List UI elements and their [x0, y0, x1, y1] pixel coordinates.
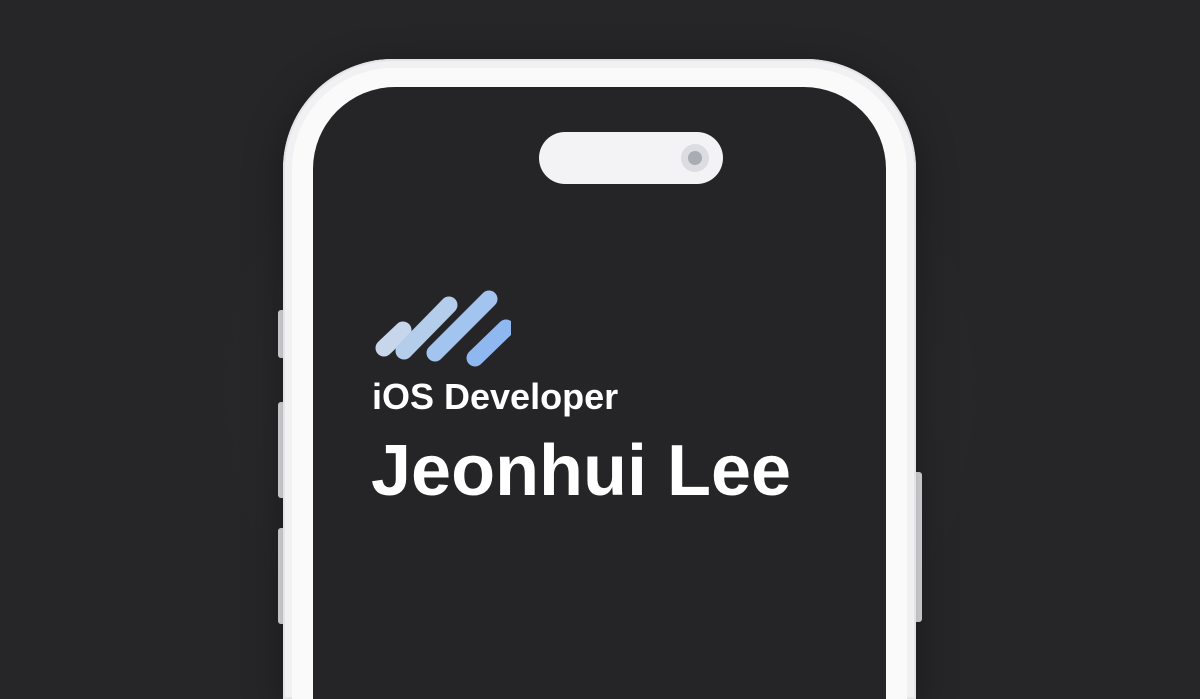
logo-bar-4 [466, 319, 511, 367]
power-button [916, 472, 922, 622]
phone-screen: iOS Developer Jeonhui Lee [313, 87, 886, 699]
camera-icon [681, 144, 709, 172]
phone-frame: iOS Developer Jeonhui Lee [283, 59, 916, 699]
diagonal-bars-logo-icon [375, 290, 511, 367]
role-subtitle: iOS Developer [372, 376, 619, 417]
developer-name: Jeonhui Lee [371, 431, 792, 511]
camera-lens [688, 151, 702, 165]
dynamic-island [539, 132, 723, 184]
